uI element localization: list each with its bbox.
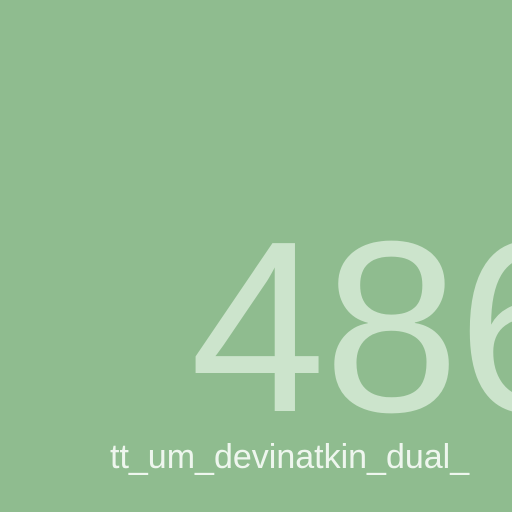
tile-number: 486: [190, 190, 512, 463]
tile-caption: tt_um_devinatkin_dual_: [110, 438, 470, 476]
tile-canvas: 486 tt_um_devinatkin_dual_: [0, 0, 512, 512]
